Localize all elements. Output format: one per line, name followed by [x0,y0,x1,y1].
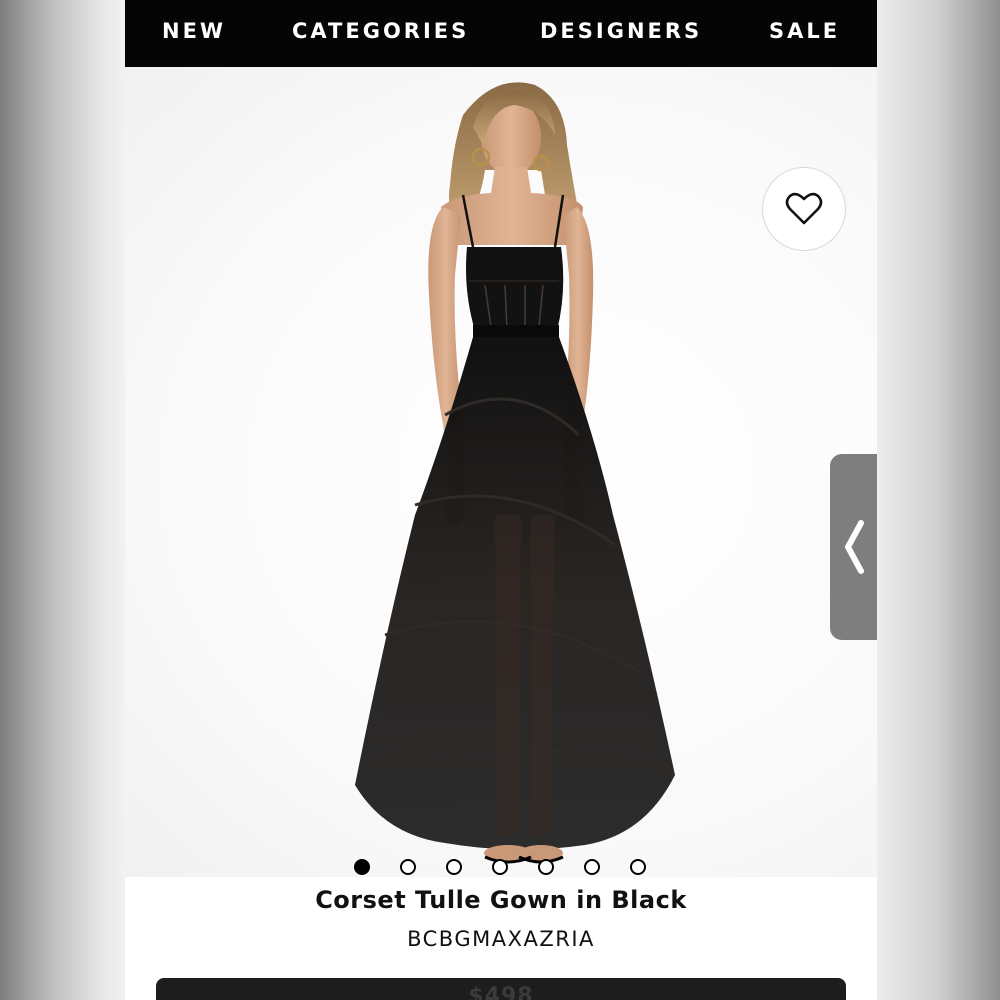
heart-outline-icon [785,192,823,225]
chevron-left-icon [844,520,864,574]
nav-sale[interactable]: SALE [769,0,840,67]
product-image-gallery[interactable] [125,67,877,877]
product-brand[interactable]: BCBGMAXAZRIA [125,927,877,951]
gallery-pagination [354,859,646,875]
side-panel-tab[interactable] [830,454,877,640]
gallery-dot[interactable] [400,859,416,875]
favorite-button[interactable] [762,167,846,251]
nav-new[interactable]: NEW [162,0,226,67]
add-to-bag-button[interactable]: $498 [156,978,846,1000]
background-left [0,0,125,1000]
nav-categories[interactable]: CATEGORIES [292,0,469,67]
nav-designers[interactable]: DESIGNERS [540,0,702,67]
gallery-dot[interactable] [538,859,554,875]
product-photo-model [355,82,675,864]
top-navigation: NEW CATEGORIES DESIGNERS SALE [125,0,877,67]
price-label: $498 [468,984,534,1000]
gallery-dot[interactable] [354,859,370,875]
gallery-dot[interactable] [584,859,600,875]
gallery-dot[interactable] [630,859,646,875]
background-right [877,0,1000,1000]
gallery-dot[interactable] [446,859,462,875]
gallery-dot[interactable] [492,859,508,875]
phone-screen: NEW CATEGORIES DESIGNERS SALE Corset Tul… [125,0,877,1000]
product-title: Corset Tulle Gown in Black [315,886,687,914]
